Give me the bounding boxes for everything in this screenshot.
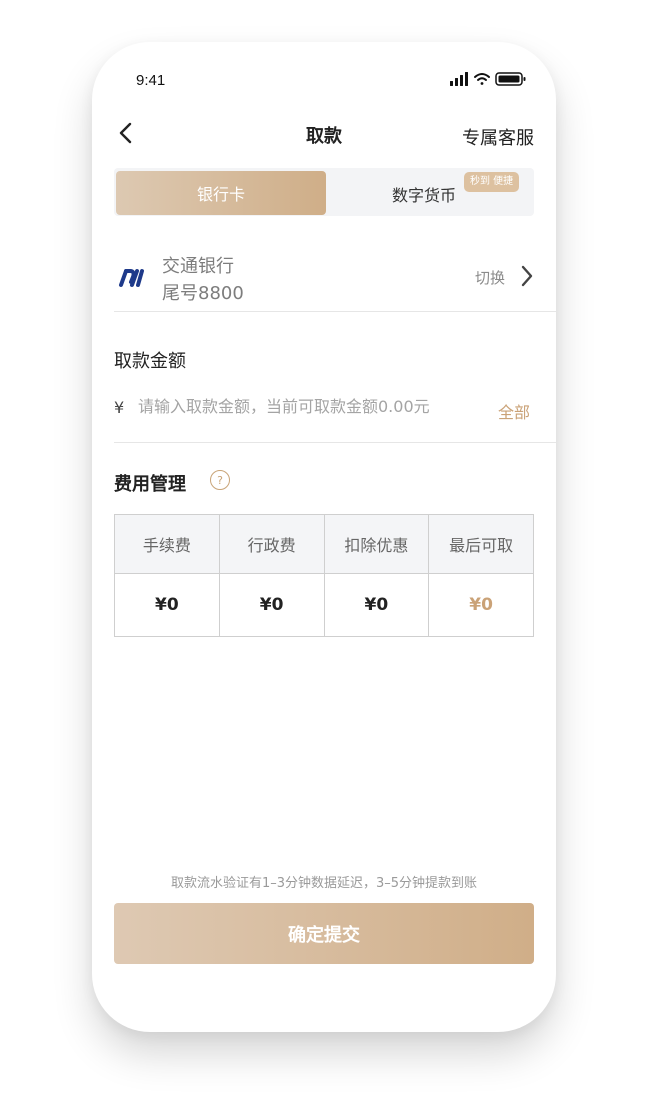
currency-symbol: ¥ [114, 398, 125, 417]
instant-badge: 秒到 便捷 [464, 172, 520, 192]
divider [114, 311, 556, 312]
withdraw-all-button[interactable]: 全部 [498, 399, 530, 423]
help-question-icon[interactable]: ? [210, 470, 230, 490]
signal-icon [450, 72, 468, 86]
battery-icon [495, 72, 526, 86]
status-time: 9:41 [136, 72, 166, 89]
value-cell-final-amount: ¥0 [428, 573, 534, 637]
switch-card-link[interactable]: 切换 [475, 267, 505, 288]
wifi-icon [474, 73, 490, 85]
table-header-row: 手续费 行政费 扣除优惠 最后可取 [114, 514, 534, 574]
header-cell-admin-fee: 行政费 [218, 514, 325, 574]
processing-notice: 取款流水验证有1–3分钟数据延迟，3–5分钟提款到账 [170, 876, 478, 891]
fee-section-title: 费用管理 [114, 474, 186, 495]
header-cell-discount-deduction: 扣除优惠 [323, 514, 430, 574]
tab-digital-currency[interactable]: 数字货币 [392, 182, 456, 206]
divider [114, 442, 556, 443]
tab-bank-card[interactable]: 银行卡 [116, 171, 326, 215]
chevron-right-icon[interactable] [520, 264, 534, 288]
header-cell-final-amount: 最后可取 [428, 514, 534, 574]
value-cell-handling-fee: ¥0 [114, 573, 220, 637]
table-value-row: ¥0 ¥0 ¥0 ¥0 [114, 573, 534, 637]
fee-table: 手续费 行政费 扣除优惠 最后可取 ¥0 ¥0 ¥0 ¥0 [114, 514, 534, 637]
amount-input[interactable] [138, 397, 468, 416]
customer-service-link[interactable]: 专属客服 [462, 124, 534, 150]
bank-name: 交通银行 [162, 256, 234, 277]
value-cell-admin-fee: ¥0 [218, 573, 325, 637]
card-tail-number: 尾号8800 [162, 283, 244, 304]
header-cell-handling-fee: 手续费 [114, 514, 220, 574]
value-cell-discount-deduction: ¥0 [323, 573, 430, 637]
submit-button[interactable]: 确定提交 [114, 903, 534, 964]
phone-screen: 9:41 取款 专属客服 银行卡 数字货币 秒到 便捷 交通银行 尾号8800 … [92, 42, 556, 1032]
bank-logo-icon [119, 269, 144, 287]
amount-label: 取款金额 [114, 351, 186, 372]
status-icons [450, 72, 526, 86]
